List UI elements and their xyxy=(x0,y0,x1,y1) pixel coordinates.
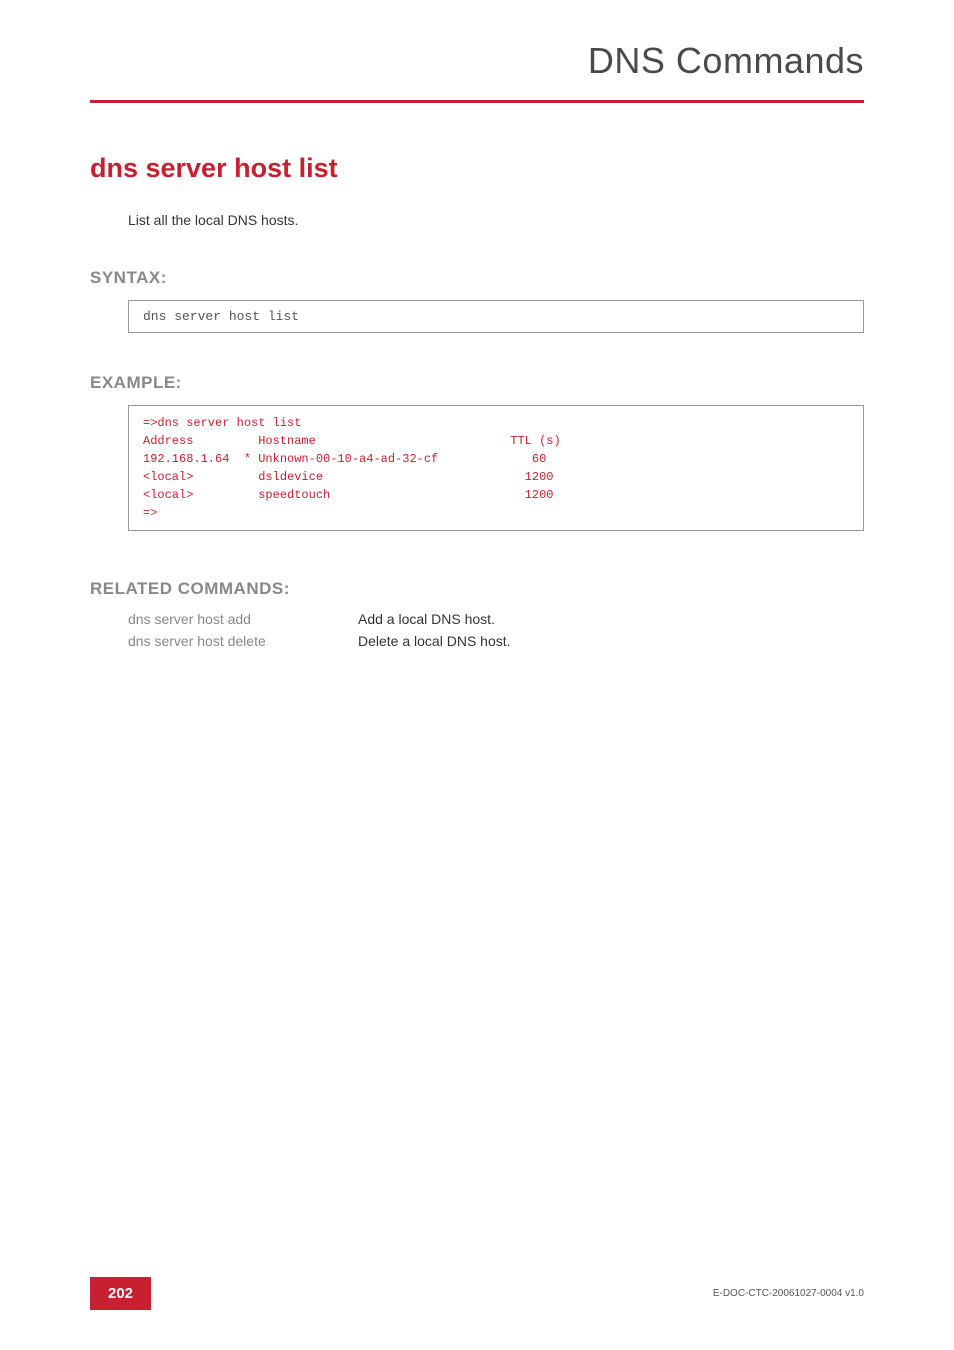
related-commands-label: RELATED COMMANDS: xyxy=(90,579,864,599)
page-header: DNS Commands xyxy=(0,0,954,82)
example-box: =>dns server host list Address Hostname … xyxy=(128,405,864,531)
related-row: dns server host delete Delete a local DN… xyxy=(128,633,864,649)
command-title: dns server host list xyxy=(90,153,864,184)
document-id: E-DOC-CTC-20061027-0004 v1.0 xyxy=(713,1288,864,1299)
related-command-desc: Add a local DNS host. xyxy=(358,611,495,627)
syntax-label: SYNTAX: xyxy=(90,268,864,288)
example-label: EXAMPLE: xyxy=(90,373,864,393)
content-area: dns server host list List all the local … xyxy=(0,103,954,649)
related-row: dns server host add Add a local DNS host… xyxy=(128,611,864,627)
related-commands-table: dns server host add Add a local DNS host… xyxy=(128,611,864,649)
page-footer: 202 E-DOC-CTC-20061027-0004 v1.0 xyxy=(0,1277,954,1310)
related-command-link[interactable]: dns server host delete xyxy=(128,633,358,649)
section-title: DNS Commands xyxy=(0,40,864,82)
related-command-desc: Delete a local DNS host. xyxy=(358,633,511,649)
related-command-link[interactable]: dns server host add xyxy=(128,611,358,627)
page-number-badge: 202 xyxy=(90,1277,151,1310)
syntax-box: dns server host list xyxy=(128,300,864,333)
command-description: List all the local DNS hosts. xyxy=(128,212,864,228)
